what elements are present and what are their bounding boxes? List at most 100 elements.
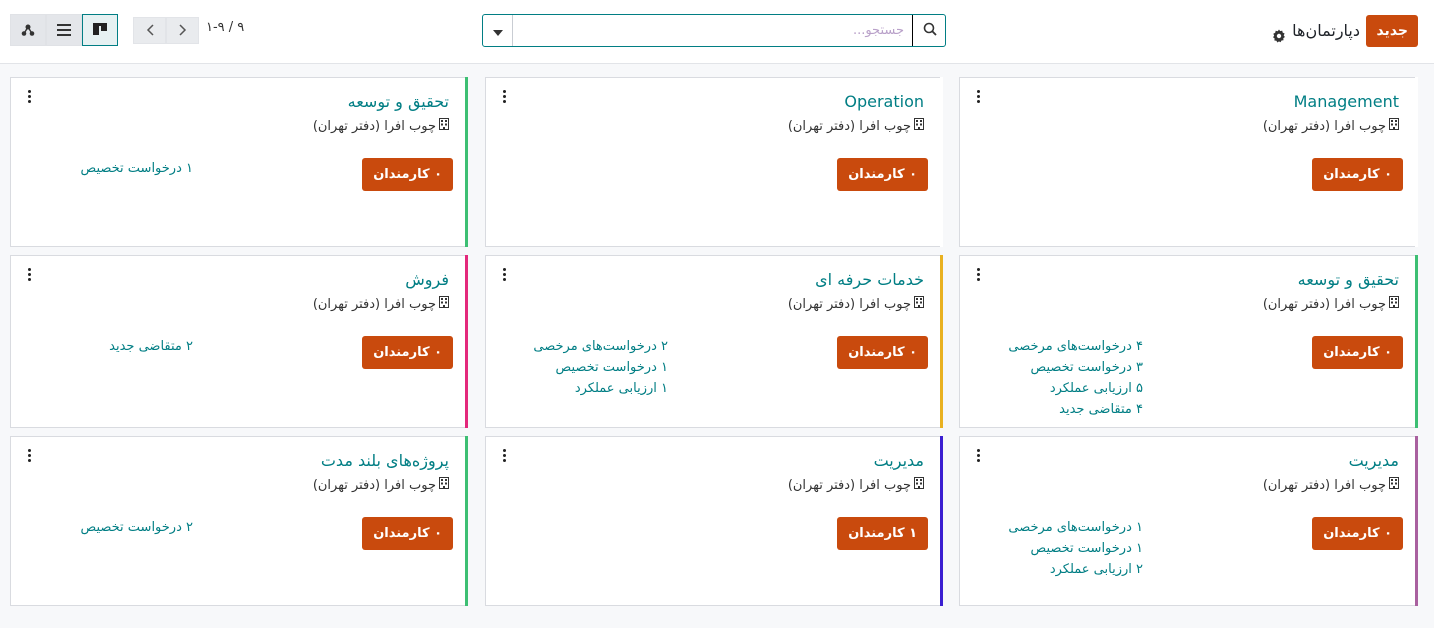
stat-link[interactable]: ۱ درخواست‌های مرخصی xyxy=(1008,518,1143,537)
department-card[interactable]: پروژه‌های بلند مدت چوب افرا (دفتر تهران) ۰… xyxy=(10,436,468,606)
color-stripe xyxy=(940,77,943,247)
stat-link[interactable]: ۲ ارزیابی عملکرد xyxy=(1008,560,1143,579)
department-card[interactable]: فروش چوب افرا (دفتر تهران) ۰ کارمندان ۲ متق… xyxy=(10,255,468,428)
department-title[interactable]: مدیریت xyxy=(1349,451,1399,470)
department-card[interactable]: Management چوب افرا (دفتر تهران) ۰ کارمندا… xyxy=(959,77,1418,247)
building-icon xyxy=(439,118,449,134)
pager-value[interactable]: ۱-۹ / ۹ xyxy=(206,20,244,35)
company-field: چوب افرا (دفتر تهران) xyxy=(788,296,924,312)
breadcrumb-title: دپارتمان‌ها xyxy=(1292,21,1360,40)
caret-down-icon xyxy=(492,21,503,40)
color-stripe xyxy=(465,77,468,247)
department-stats: ۱ درخواست‌های مرخصی ۱ درخواست تخصیص ۲ ارزی… xyxy=(1008,518,1143,579)
kanban-view-button[interactable] xyxy=(82,14,118,46)
employees-button[interactable]: ۰ کارمندان xyxy=(362,336,453,369)
search-button[interactable] xyxy=(915,15,945,46)
department-stats: ۲ درخواست‌های مرخصی ۱ درخواست تخصیص ۱ ارزی… xyxy=(533,337,668,398)
company-field: چوب افرا (دفتر تهران) xyxy=(313,118,449,134)
color-stripe xyxy=(1415,255,1418,428)
employees-button[interactable]: ۰ کارمندان xyxy=(837,336,928,369)
department-card[interactable]: مدیریت چوب افرا (دفتر تهران) ۰ کارمندان ۱ د… xyxy=(959,436,1418,606)
search-options-toggle[interactable] xyxy=(483,15,513,46)
company-field: چوب افرا (دفتر تهران) xyxy=(788,118,924,134)
stat-link[interactable]: ۴ درخواست‌های مرخصی xyxy=(1008,337,1143,356)
company-name: چوب افرا (دفتر تهران) xyxy=(787,296,911,312)
stat-link[interactable]: ۱ ارزیابی عملکرد xyxy=(533,379,668,398)
chevron-right-icon xyxy=(178,21,187,40)
department-card[interactable]: مدیریت چوب افرا (دفتر تهران) ۱ کارمندان xyxy=(485,436,943,606)
page-title: دپارتمان‌ها xyxy=(1272,17,1360,45)
department-title[interactable]: خدمات حرفه ای xyxy=(815,270,924,289)
gear-icon[interactable] xyxy=(1272,24,1286,43)
department-title[interactable]: تحقیق و توسعه xyxy=(1298,270,1399,289)
new-button[interactable]: جدید xyxy=(1366,15,1418,47)
kebab-menu-icon[interactable] xyxy=(973,447,983,463)
department-title[interactable]: پروژه‌های بلند مدت xyxy=(321,451,449,470)
department-card[interactable]: خدمات حرفه ای چوب افرا (دفتر تهران) ۰ کارم… xyxy=(485,255,943,428)
stat-link[interactable]: ۴ متقاضی جدید xyxy=(1008,400,1143,419)
stat-link[interactable]: ۵ ارزیابی عملکرد xyxy=(1008,379,1143,398)
department-card[interactable]: Operation چوب افرا (دفتر تهران) ۰ کارمندان xyxy=(485,77,943,247)
kebab-menu-icon[interactable] xyxy=(973,266,983,282)
company-name: چوب افرا (دفتر تهران) xyxy=(312,477,436,493)
building-icon xyxy=(439,296,449,312)
company-field: چوب افرا (دفتر تهران) xyxy=(788,477,924,493)
building-icon xyxy=(914,477,924,493)
department-title[interactable]: مدیریت xyxy=(874,451,924,470)
company-field: چوب افرا (دفتر تهران) xyxy=(313,477,449,493)
stat-link[interactable]: ۲ درخواست تخصیص xyxy=(81,518,193,537)
employees-button[interactable]: ۰ کارمندان xyxy=(362,158,453,191)
kebab-menu-icon[interactable] xyxy=(24,88,34,104)
employees-button[interactable]: ۰ کارمندان xyxy=(362,517,453,550)
company-name: چوب افرا (دفتر تهران) xyxy=(312,118,436,134)
hierarchy-view-button[interactable] xyxy=(10,14,46,46)
company-field: چوب افرا (دفتر تهران) xyxy=(313,296,449,312)
department-title[interactable]: Management xyxy=(1294,92,1399,111)
employees-button[interactable]: ۰ کارمندان xyxy=(1312,336,1403,369)
stat-link[interactable]: ۲ متقاضی جدید xyxy=(109,337,193,356)
department-title[interactable]: تحقیق و توسعه xyxy=(348,92,449,111)
employees-button[interactable]: ۰ کارمندان xyxy=(837,158,928,191)
kebab-menu-icon[interactable] xyxy=(499,266,509,282)
hierarchy-icon xyxy=(21,21,35,40)
department-title[interactable]: فروش xyxy=(405,270,449,289)
stat-link[interactable]: ۲ درخواست‌های مرخصی xyxy=(533,337,668,356)
chevron-left-icon xyxy=(146,21,154,40)
building-icon xyxy=(439,477,449,493)
kebab-menu-icon[interactable] xyxy=(24,266,34,282)
search-input[interactable] xyxy=(513,15,913,46)
control-panel: جدید دپارتمان‌ها ۱-۹ / ۹ xyxy=(0,0,1434,64)
pager-previous-button[interactable] xyxy=(133,17,166,44)
color-stripe xyxy=(940,436,943,606)
building-icon xyxy=(914,118,924,134)
color-stripe xyxy=(940,255,943,428)
kanban-icon xyxy=(93,21,107,40)
stat-link[interactable]: ۱ درخواست تخصیص xyxy=(533,358,668,377)
building-icon xyxy=(1389,296,1399,312)
search-bar xyxy=(482,14,946,47)
pager-next-button[interactable] xyxy=(166,17,199,44)
company-name: چوب افرا (دفتر تهران) xyxy=(787,477,911,493)
department-card[interactable]: تحقیق و توسعه چوب افرا (دفتر تهران) ۰ کارم… xyxy=(10,77,468,247)
kebab-menu-icon[interactable] xyxy=(24,447,34,463)
kebab-menu-icon[interactable] xyxy=(973,88,983,104)
color-stripe xyxy=(465,436,468,606)
list-view-button[interactable] xyxy=(46,14,82,46)
department-stats: ۱ درخواست تخصیص xyxy=(81,159,193,178)
department-stats: ۲ درخواست تخصیص xyxy=(81,518,193,537)
stat-link[interactable]: ۳ درخواست تخصیص xyxy=(1008,358,1143,377)
stat-link[interactable]: ۱ درخواست تخصیص xyxy=(81,159,193,178)
employees-button[interactable]: ۰ کارمندان xyxy=(1312,158,1403,191)
department-card[interactable]: تحقیق و توسعه چوب افرا (دفتر تهران) ۰ کارم… xyxy=(959,255,1418,428)
department-title[interactable]: Operation xyxy=(844,92,924,111)
building-icon xyxy=(1389,118,1399,134)
stat-link[interactable]: ۱ درخواست تخصیص xyxy=(1008,539,1143,558)
company-field: چوب افرا (دفتر تهران) xyxy=(1263,477,1399,493)
kebab-menu-icon[interactable] xyxy=(499,88,509,104)
building-icon xyxy=(914,296,924,312)
company-name: چوب افرا (دفتر تهران) xyxy=(312,296,436,312)
kebab-menu-icon[interactable] xyxy=(499,447,509,463)
employees-button[interactable]: ۰ کارمندان xyxy=(1312,517,1403,550)
employees-button[interactable]: ۱ کارمندان xyxy=(837,517,928,550)
color-stripe xyxy=(465,255,468,428)
